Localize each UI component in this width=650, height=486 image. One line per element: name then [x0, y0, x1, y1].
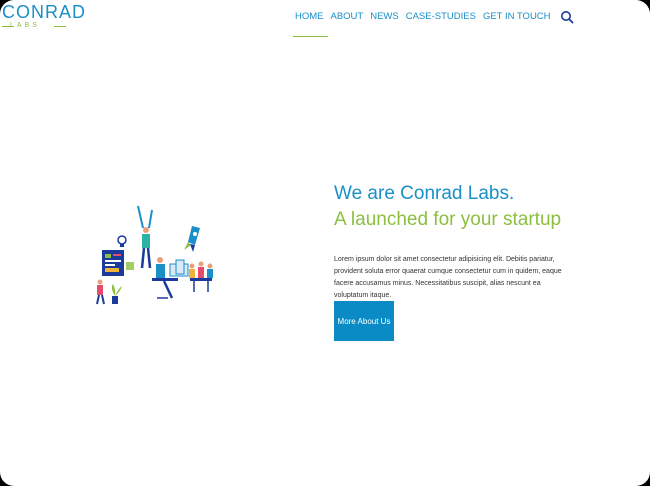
logo-subtitle: LABS — [10, 22, 40, 29]
hero-title-line-1: We are Conrad Labs. — [334, 183, 515, 204]
hero-description: Lorem ipsum dolor sit amet consectetur a… — [334, 256, 562, 299]
hero-title-line-2: A launched for your startup — [334, 209, 562, 230]
nav-item-case-studies[interactable]: CASE-STUDIES — [406, 7, 476, 27]
team-startup-illustration — [96, 205, 213, 305]
page: CONRAD LABS HOME ABOUT NEWS CASE-STUDIES… — [0, 0, 650, 486]
logo-divider-right — [54, 26, 66, 27]
nav-item-home[interactable]: HOME — [293, 7, 327, 37]
main-nav: HOME ABOUT NEWS CASE-STUDIES GET IN TOUC… — [293, 6, 574, 37]
person-walking-icon — [96, 279, 105, 305]
plant-icon — [111, 284, 122, 304]
person-celebrating-icon — [137, 205, 153, 269]
search-icon[interactable] — [560, 10, 574, 24]
lightbulb-icon — [117, 235, 127, 247]
logo[interactable]: CONRAD LABS — [2, 2, 85, 34]
nav-item-about[interactable]: ABOUT — [331, 7, 364, 27]
dashboard-board-icon — [102, 250, 134, 276]
more-about-us-button[interactable]: More About Us — [334, 301, 394, 341]
logo-word: CONRAD — [2, 2, 87, 22]
nav-item-get-in-touch[interactable]: GET IN TOUCH — [483, 7, 551, 27]
rocket-icon — [184, 226, 200, 252]
nav-item-news[interactable]: NEWS — [370, 7, 399, 27]
